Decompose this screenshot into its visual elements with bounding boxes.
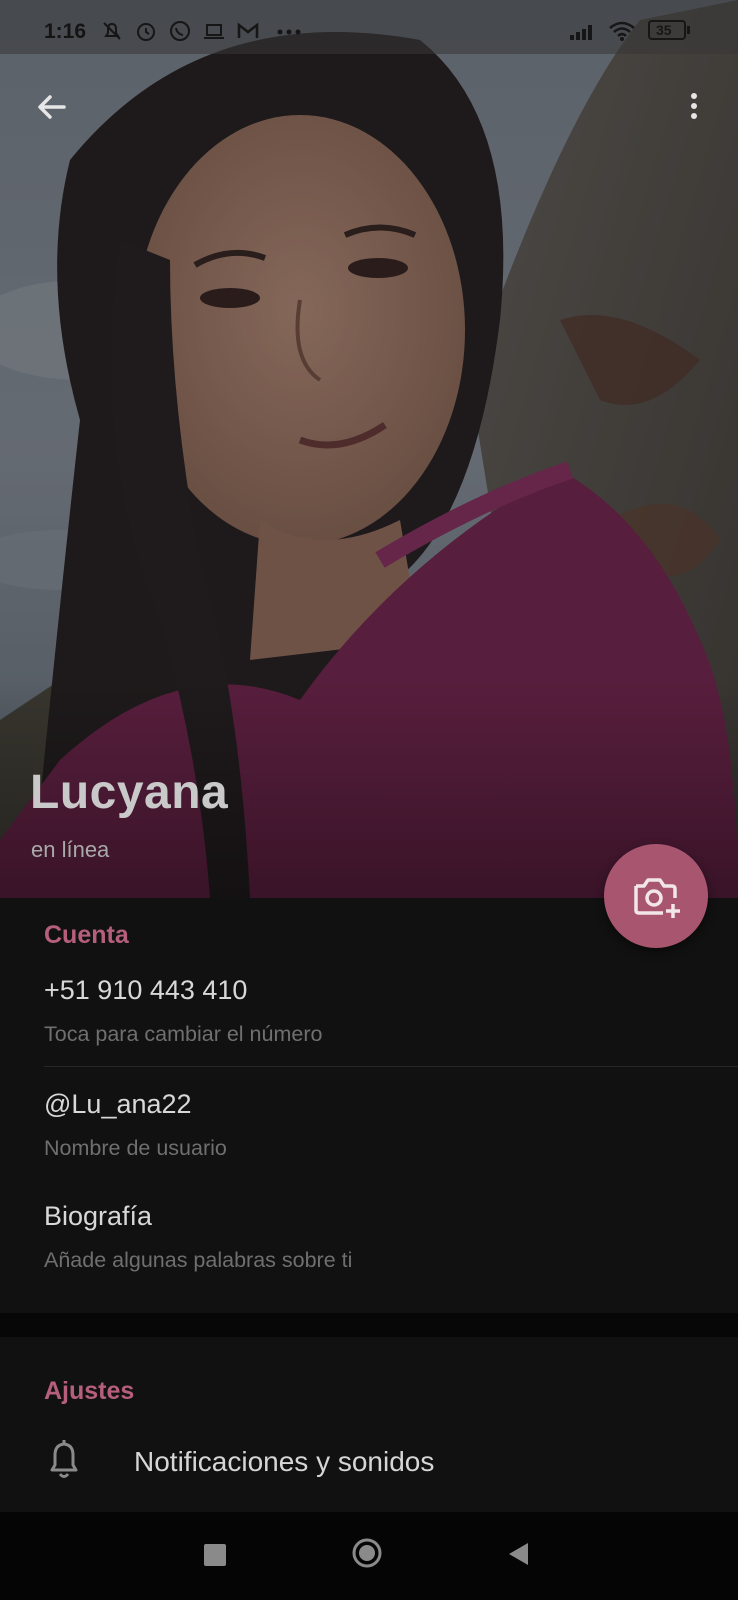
username-row[interactable]: @Lu_ana22 Nombre de usuario — [0, 1073, 738, 1179]
phone-row[interactable]: +51 910 443 410 Toca para cambiar el núm… — [0, 960, 738, 1066]
add-photo-camera-icon — [634, 878, 680, 918]
muted-bell-icon — [103, 22, 121, 40]
more-vertical-icon — [691, 93, 697, 119]
profile-screen: 1:16 35 Lucyana en línea Cuenta +51 910 … — [0, 0, 738, 1600]
profile-name: Lucyana — [30, 766, 229, 819]
row-divider — [44, 1066, 738, 1067]
bell-icon — [50, 1440, 78, 1478]
more-options-button[interactable] — [672, 88, 716, 132]
bio-row[interactable]: Biografía Añade algunas palabras sobre t… — [0, 1186, 738, 1292]
status-time: 1:16 — [44, 20, 87, 43]
wifi-icon — [609, 21, 635, 41]
alarm-icon — [137, 23, 155, 41]
battery-level: 35 — [656, 22, 672, 38]
gmail-icon — [237, 22, 259, 38]
laptop-icon — [204, 24, 224, 39]
account-section-title: Cuenta — [44, 921, 129, 949]
settings-section-title: Ajustes — [44, 1377, 135, 1405]
triangle-back-icon[interactable] — [506, 1540, 532, 1568]
notifications-label: Notificaciones y sonidos — [134, 1446, 435, 1477]
arrow-back-icon — [38, 95, 66, 119]
username-hint: Nombre de usuario — [44, 1136, 227, 1160]
more-dots-icon — [277, 29, 301, 35]
whatsapp-icon — [170, 21, 190, 41]
signal-icon — [570, 25, 592, 40]
add-photo-button[interactable] — [604, 844, 708, 948]
section-separator — [0, 1313, 738, 1337]
status-bar: 1:16 35 — [0, 0, 738, 54]
phone-number: +51 910 443 410 — [44, 975, 248, 1005]
username-value: @Lu_ana22 — [44, 1089, 192, 1119]
battery-tip — [687, 26, 690, 34]
circle-icon[interactable] — [352, 1538, 382, 1568]
profile-online-status: en línea — [31, 837, 110, 862]
bio-hint: Añade algunas palabras sobre ti — [44, 1248, 353, 1272]
battery-icon: 35 — [648, 20, 686, 40]
phone-hint: Toca para cambiar el número — [44, 1022, 323, 1046]
account-section: Cuenta +51 910 443 410 Toca para cambiar… — [0, 898, 738, 1313]
bio-label: Biografía — [44, 1201, 153, 1231]
back-button[interactable] — [30, 86, 74, 130]
profile-photo-header[interactable]: 1:16 35 Lucyana en línea — [0, 0, 738, 898]
square-icon[interactable] — [204, 1544, 226, 1566]
